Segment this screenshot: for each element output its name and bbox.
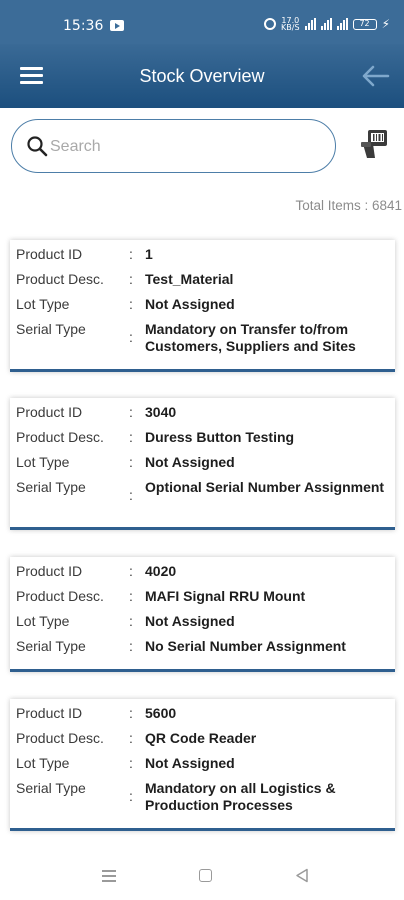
barcode-scanner-icon[interactable] xyxy=(359,128,391,162)
field-label: Lot Type xyxy=(16,296,70,312)
serial-type-value: No Serial Number Assignment xyxy=(145,638,346,654)
search-input[interactable] xyxy=(50,134,320,160)
colon-separator: : xyxy=(129,613,133,629)
field-label: Serial Type xyxy=(16,780,86,796)
serial-type-value: Mandatory on all Logistics & Production … xyxy=(145,780,336,813)
field-label: Lot Type xyxy=(16,613,70,629)
colon-separator: : xyxy=(129,755,133,771)
lot-type-value: Not Assigned xyxy=(145,296,235,312)
product-id-value: 1 xyxy=(145,246,153,262)
lot-type-row: Lot Type : Not Assigned xyxy=(10,613,395,638)
recents-menu-icon[interactable] xyxy=(102,870,116,882)
serial-type-row: Serial Type : Mandatory on all Logistics… xyxy=(10,780,395,816)
colon-separator: : xyxy=(129,454,133,470)
serial-type-row: Serial Type : Optional Serial Number Ass… xyxy=(10,479,395,515)
field-label: Lot Type xyxy=(16,454,70,470)
back-triangle-icon[interactable] xyxy=(295,868,309,883)
cell-signal-icon xyxy=(336,18,348,30)
alarm-icon xyxy=(264,18,277,30)
battery-level: 72 xyxy=(359,18,370,28)
field-label: Serial Type xyxy=(16,638,86,654)
field-label: Product Desc. xyxy=(16,271,104,287)
field-label: Serial Type xyxy=(16,479,86,495)
status-icons: 17.0 KB/S 72 ⚡ xyxy=(264,17,390,32)
app-bar: Stock Overview xyxy=(0,44,404,108)
field-label: Product ID xyxy=(16,705,83,721)
colon-separator: : xyxy=(129,271,133,287)
serial-type-value: Optional Serial Number Assignment xyxy=(145,479,385,495)
colon-separator: : xyxy=(129,730,133,746)
page-title: Stock Overview xyxy=(139,66,265,86)
product-desc-value: QR Code Reader xyxy=(145,730,257,746)
product-id-row: Product ID : 1 xyxy=(10,246,395,271)
colon-separator: : xyxy=(129,329,133,345)
field-label: Product ID xyxy=(16,246,83,262)
charging-icon: ⚡ xyxy=(381,17,390,31)
home-square-icon[interactable] xyxy=(199,869,212,882)
product-desc-value: Test_Material xyxy=(145,271,234,287)
colon-separator: : xyxy=(129,246,133,262)
field-label: Serial Type xyxy=(16,321,86,337)
colon-separator: : xyxy=(129,429,133,445)
lot-type-row: Lot Type : Not Assigned xyxy=(10,755,395,780)
lot-type-value: Not Assigned xyxy=(145,454,235,470)
product-id-row: Product ID : 4020 xyxy=(10,563,395,588)
field-label: Product ID xyxy=(16,563,83,579)
product-id-row: Product ID : 3040 xyxy=(10,404,395,429)
wifi-signal-icon xyxy=(320,18,332,30)
battery-icon: 72 xyxy=(352,18,377,30)
colon-separator: : xyxy=(129,563,133,579)
colon-separator: : xyxy=(129,487,133,503)
field-label: Product Desc. xyxy=(16,429,104,445)
field-label: Product Desc. xyxy=(16,588,104,604)
product-desc-row: Product Desc. : Test_Material xyxy=(10,271,395,296)
product-card[interactable]: Product ID : 3040 Product Desc. : Duress… xyxy=(10,398,395,530)
colon-separator: : xyxy=(129,788,133,804)
youtube-notification-icon xyxy=(110,20,124,31)
product-desc-row: Product Desc. : MAFI Signal RRU Mount xyxy=(10,588,395,613)
product-desc-value: Duress Button Testing xyxy=(145,429,295,445)
product-id-value: 4020 xyxy=(145,563,177,579)
colon-separator: : xyxy=(129,638,133,654)
serial-type-row: Serial Type : No Serial Number Assignmen… xyxy=(10,638,395,658)
serial-type-row: Serial Type : Mandatory on Transfer to/f… xyxy=(10,321,395,357)
product-card[interactable]: Product ID : 5600 Product Desc. : QR Cod… xyxy=(10,699,395,831)
lot-type-value: Not Assigned xyxy=(145,755,235,771)
product-desc-row: Product Desc. : QR Code Reader xyxy=(10,730,395,755)
colon-separator: : xyxy=(129,404,133,420)
system-navigation-bar xyxy=(0,858,404,900)
product-desc-value: MAFI Signal RRU Mount xyxy=(145,588,306,604)
lot-type-value: Not Assigned xyxy=(145,613,235,629)
colon-separator: : xyxy=(129,588,133,604)
field-label: Product ID xyxy=(16,404,83,420)
status-bar: 15:36 17.0 KB/S 72 ⚡ xyxy=(0,0,404,44)
lot-type-row: Lot Type : Not Assigned xyxy=(10,296,395,321)
field-label: Lot Type xyxy=(16,755,70,771)
volte-signal-icon xyxy=(304,18,316,30)
product-id-value: 5600 xyxy=(145,705,177,721)
product-card[interactable]: Product ID : 1 Product Desc. : Test_Mate… xyxy=(10,240,395,372)
colon-separator: : xyxy=(129,705,133,721)
colon-separator: : xyxy=(129,296,133,312)
serial-type-value: Mandatory on Transfer to/from Customers,… xyxy=(145,321,356,354)
product-desc-row: Product Desc. : Duress Button Testing xyxy=(10,429,395,454)
network-speed-unit: KB/S xyxy=(281,23,300,32)
total-items-count: Total Items : 6841 xyxy=(295,198,402,213)
search-box[interactable] xyxy=(11,119,336,173)
product-card[interactable]: Product ID : 4020 Product Desc. : MAFI S… xyxy=(10,557,395,672)
status-time: 15:36 xyxy=(63,18,104,34)
product-id-row: Product ID : 5600 xyxy=(10,705,395,730)
arrow-left-icon[interactable] xyxy=(360,64,390,88)
product-id-value: 3040 xyxy=(145,404,177,420)
field-label: Product Desc. xyxy=(16,730,104,746)
lot-type-row: Lot Type : Not Assigned xyxy=(10,454,395,479)
network-speed: 17.0 KB/S xyxy=(281,17,300,32)
search-icon xyxy=(27,136,48,157)
